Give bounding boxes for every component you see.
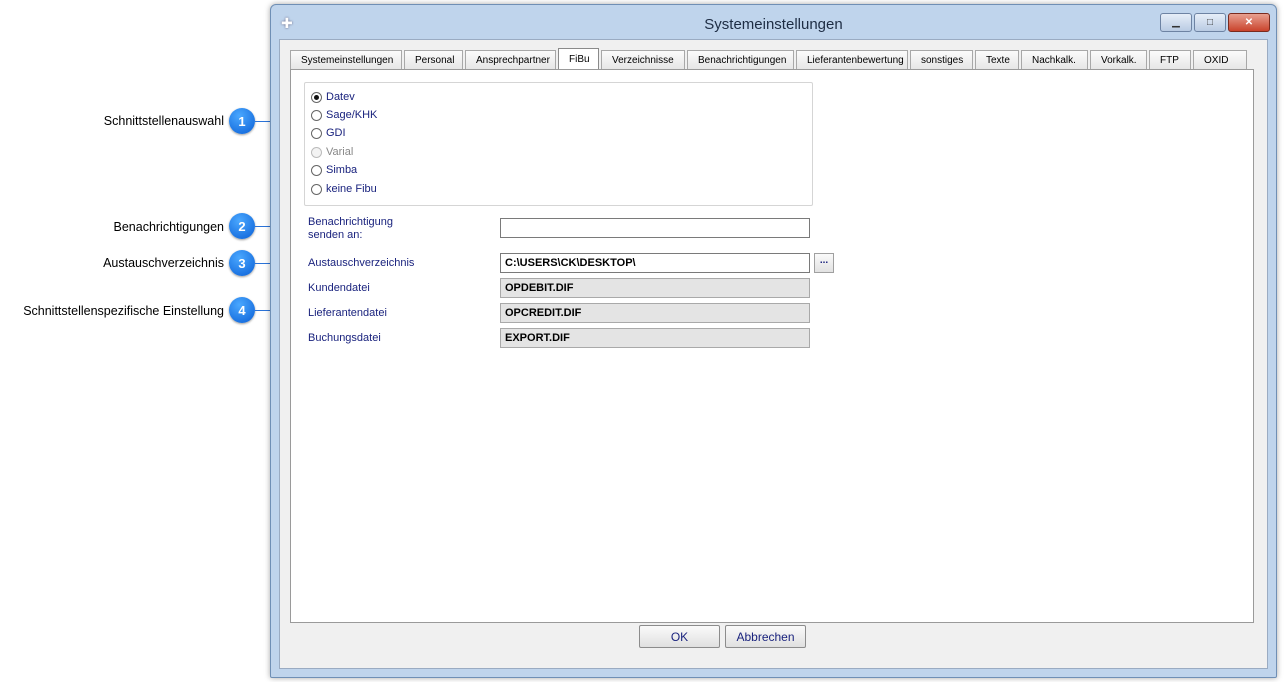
annotation-label: Schnittstellenauswahl (103, 114, 224, 128)
tab-systemeinstellungen[interactable]: Systemeinstellungen (290, 50, 402, 69)
exchange-dir-input[interactable]: C:\USERS\CK\DESKTOP\ (500, 253, 810, 273)
settings-window: ✚ Systemeinstellungen ▁ □ ✕ Systemeinste… (270, 4, 1277, 678)
radio-label: GDI (326, 127, 346, 139)
interface-selection-group: Datev Sage/KHK GDI Varial Simba keine Fi… (304, 82, 813, 206)
title-bar[interactable]: ✚ Systemeinstellungen ▁ □ ✕ (271, 5, 1276, 39)
tab-vorkalk[interactable]: Vorkalk. (1090, 50, 1147, 69)
notify-label-line2: senden an: (308, 229, 363, 241)
tab-verzeichnisse[interactable]: Verzeichnisse (601, 50, 685, 69)
annotation-label: Schnittstellenspezifische Einstellung (23, 304, 224, 318)
cancel-button[interactable]: Abbrechen (725, 625, 806, 648)
client-area: Systemeinstellungen Personal Ansprechpar… (279, 39, 1268, 669)
radio-label: Varial (326, 146, 354, 158)
browse-button[interactable]: ... (814, 253, 834, 273)
radio-keine-fibu[interactable]: keine Fibu (311, 183, 377, 195)
notify-input[interactable] (500, 218, 810, 238)
annotation-badge: 2 (229, 213, 255, 239)
window-title: Systemeinstellungen (704, 16, 843, 33)
minimize-button[interactable]: ▁ (1160, 13, 1192, 32)
radio-label: Sage/KHK (326, 109, 378, 121)
radio-checked-icon[interactable] (311, 91, 322, 103)
supplier-file-label: Lieferantendatei (308, 307, 387, 319)
radio-simba[interactable]: Simba (311, 164, 357, 176)
booking-file-label: Buchungsdatei (308, 332, 381, 344)
radio-label: keine Fibu (326, 183, 377, 195)
tab-texte[interactable]: Texte (975, 50, 1019, 69)
radio-varial: Varial (311, 146, 353, 158)
radio-datev[interactable]: Datev (311, 91, 355, 103)
window-controls: ▁ □ ✕ (1160, 13, 1270, 32)
tab-nachkalk[interactable]: Nachkalk. (1021, 50, 1088, 69)
radio-label: Datev (326, 91, 355, 103)
tab-fibu[interactable]: FiBu (558, 48, 599, 69)
tab-strip: Systemeinstellungen Personal Ansprechpar… (290, 48, 1249, 69)
annotation-label: Benachrichtigungen (113, 220, 225, 234)
tab-personal[interactable]: Personal (404, 50, 463, 69)
radio-icon[interactable] (311, 127, 322, 139)
supplier-file-field: OPCREDIT.DIF (500, 303, 810, 323)
fibu-tab-page: Datev Sage/KHK GDI Varial Simba keine Fi… (290, 69, 1254, 623)
radio-icon[interactable] (311, 164, 322, 176)
notify-label: Benachrichtigung senden an: (308, 216, 393, 242)
annotation-badge: 3 (229, 250, 255, 276)
customer-file-field: OPDEBIT.DIF (500, 278, 810, 298)
tab-lieferantenbewertung[interactable]: Lieferantenbewertung (796, 50, 908, 69)
annotation-badge: 1 (229, 108, 255, 134)
radio-label: Simba (326, 164, 358, 176)
tab-oxid[interactable]: OXID (1193, 50, 1247, 69)
tab-ftp[interactable]: FTP (1149, 50, 1191, 69)
ok-button[interactable]: OK (639, 625, 720, 648)
annotation-label: Austauschverzeichnis (103, 256, 224, 270)
close-button[interactable]: ✕ (1228, 13, 1270, 32)
notify-label-line1: Benachrichtigung (308, 216, 394, 228)
maximize-button[interactable]: □ (1194, 13, 1226, 32)
booking-file-field: EXPORT.DIF (500, 328, 810, 348)
annotation-badge: 4 (229, 297, 255, 323)
tab-sonstiges[interactable]: sonstiges (910, 50, 973, 69)
radio-icon[interactable] (311, 183, 322, 195)
radio-icon (311, 146, 322, 158)
exchange-dir-label: Austauschverzeichnis (308, 257, 415, 269)
radio-sage-khk[interactable]: Sage/KHK (311, 109, 377, 121)
customer-file-label: Kundendatei (308, 282, 370, 294)
radio-gdi[interactable]: GDI (311, 127, 346, 139)
radio-icon[interactable] (311, 109, 322, 121)
tab-benachrichtigungen[interactable]: Benachrichtigungen (687, 50, 794, 69)
tab-ansprechpartner[interactable]: Ansprechpartner (465, 50, 556, 69)
